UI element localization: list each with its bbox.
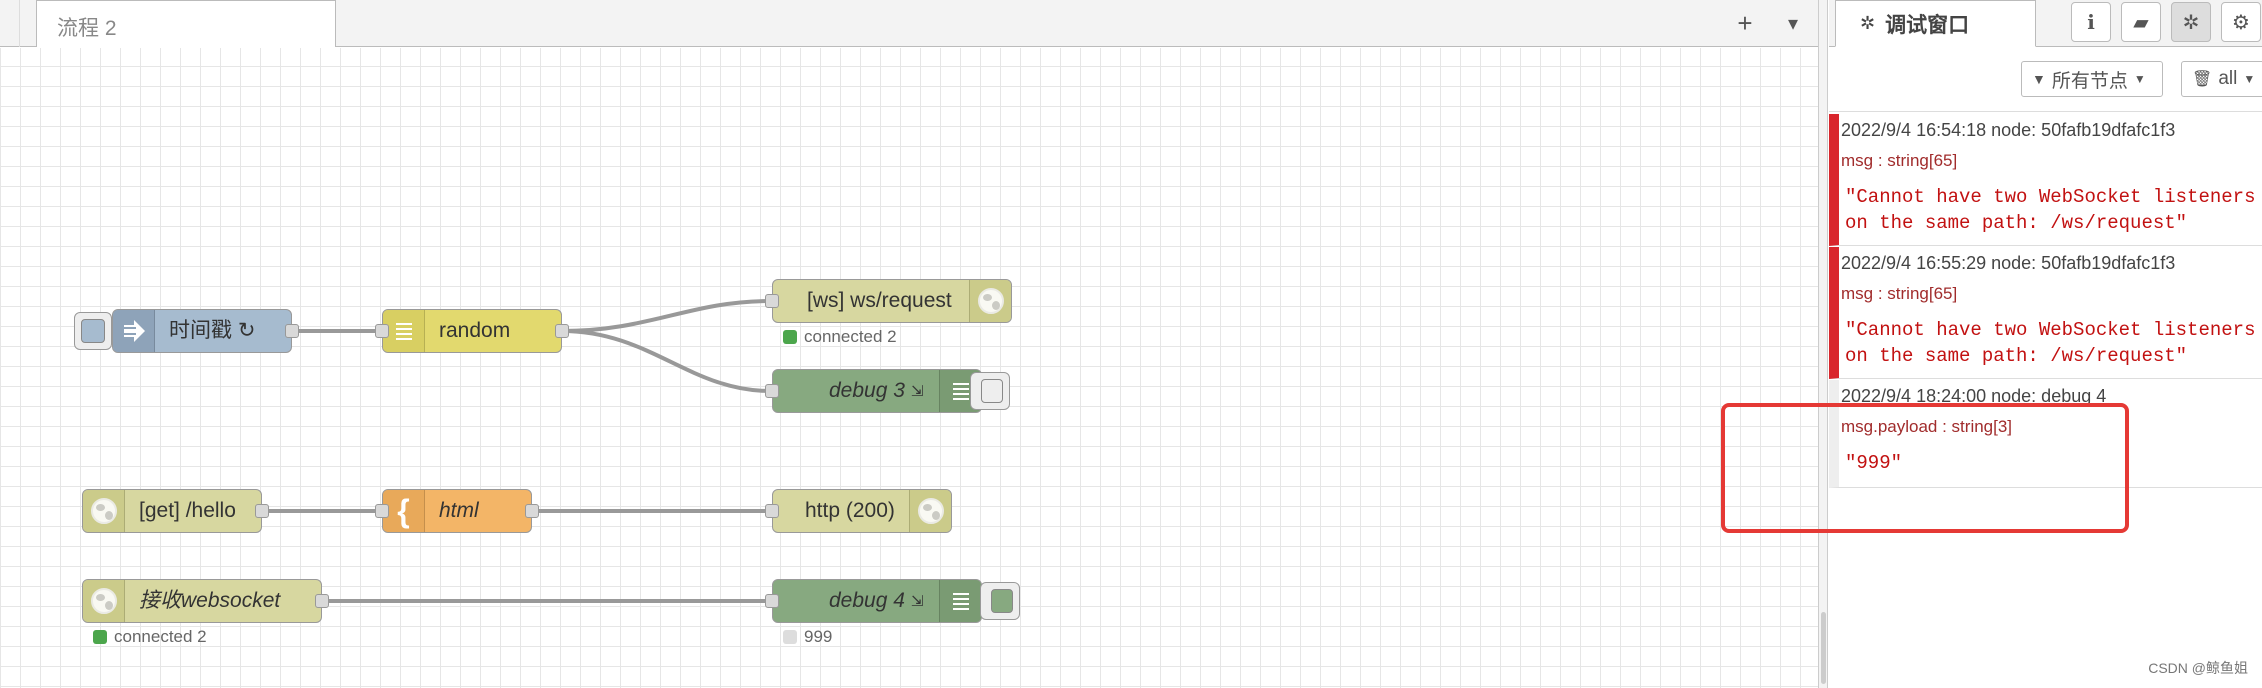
workspace: 流程 2 + ▾ 时间戳 ↻ random [ws] ws/request co… [0,0,1818,688]
ws-receive-label: 接收websocket [139,589,281,612]
node-filter-select[interactable]: ▼ 所有节点 ▼ [2021,61,2163,97]
wire-random-debug3 [561,329,771,393]
info-icon: i [2087,10,2095,34]
ws-receive-status: connected 2 [93,627,207,647]
config-tab-button[interactable]: ⚙ [2221,2,2261,42]
chevron-down-icon: ▼ [2133,72,2146,86]
wire-random-ws [561,299,771,333]
brace-icon: { [383,490,425,532]
http-response-input-port[interactable] [765,504,779,518]
list-icon [383,310,425,352]
random-node[interactable]: random [382,309,562,353]
debug-message[interactable]: 2022/9/4 16:55:29 node: 50fafb19dfafc1f3… [1829,247,2262,379]
list-icon [939,580,981,622]
template-node[interactable]: { html [382,489,532,533]
sidebar-splitter[interactable] [1818,0,1828,688]
debug-message[interactable]: 2022/9/4 16:54:18 node: 50fafb19dfafc1f3… [1829,114,2262,246]
ws-request-label: [ws] ws/request [807,289,952,312]
ws-request-status-text: connected 2 [804,327,897,346]
clear-select[interactable]: 🗑 all ▼ [2181,61,2262,97]
debug-arrow-icon: ⇲ [911,593,924,610]
ws-receive-node[interactable]: 接收websocket [82,579,322,623]
debug4-label: debug 4 [829,589,905,612]
status-dot-icon [783,330,797,344]
status-dot-icon [93,630,107,644]
debug4-input-port[interactable] [765,594,779,608]
filter-label: 所有节点 [2051,70,2128,92]
debug3-input-port[interactable] [765,384,779,398]
globe-icon [909,490,951,532]
bug-icon: ✲ [1860,13,1876,33]
status-dot-icon [783,630,797,644]
inject-arrow-icon [113,310,155,352]
globe-icon [969,280,1011,322]
template-label: html [439,499,479,522]
debug-sidebar: ✲ 调试窗口 i ▰ ✲ ⚙ ▼ 所有节点 ▼ 🗑 all ▼ 2022/9/4… [1829,0,2262,688]
chevron-down-icon: ▼ [2243,72,2256,86]
globe-icon [83,490,125,532]
random-output-port[interactable] [555,324,569,338]
info-tab-button[interactable]: i [2071,2,2111,42]
debug-tab-button[interactable]: ✲ [2171,2,2211,42]
template-output-port[interactable] [525,504,539,518]
sidebar-header: ✲ 调试窗口 i ▰ ✲ ⚙ [1829,0,2262,47]
template-input-port[interactable] [375,504,389,518]
debug4-status: 999 [783,627,832,647]
http-in-label: [get] /hello [139,499,236,522]
globe-icon [83,580,125,622]
ws-request-node[interactable]: [ws] ws/request [772,279,1012,323]
sidebar-title: 调试窗口 [1885,13,1970,37]
inject-node[interactable]: 时间戳 ↻ [112,309,292,353]
http-response-node[interactable]: http (200) [772,489,952,533]
help-tab-button[interactable]: ▰ [2121,2,2161,42]
message-value[interactable]: "Cannot have two WebSocket listeners on … [1845,184,2255,236]
inject-output-port[interactable] [285,324,299,338]
debug4-toggle-button[interactable] [980,582,1020,620]
annotation-highlight-box [1721,403,2129,533]
debug-arrow-icon: ⇲ [911,383,924,400]
bug-icon: ✲ [2182,11,2200,34]
tab-debug[interactable]: ✲ 调试窗口 [1835,0,2036,47]
debug4-node[interactable]: debug 4 ⇲ [772,579,982,623]
filter-icon: ▼ [2032,71,2046,87]
clear-label: all [2218,68,2238,89]
ws-request-status: connected 2 [783,327,897,347]
http-response-label: http (200) [805,499,895,522]
inject-label: 时间戳 ↻ [169,319,256,342]
http-in-output-port[interactable] [255,504,269,518]
ws-receive-output-port[interactable] [315,594,329,608]
message-meta: 2022/9/4 16:54:18 node: 50fafb19dfafc1f3 [1841,120,2176,140]
debug-toolbar: ▼ 所有节点 ▼ 🗑 all ▼ [1829,48,2262,112]
debug4-status-text: 999 [804,627,833,646]
debug3-node[interactable]: debug 3 ⇲ [772,369,982,413]
random-label: random [439,319,511,342]
message-type: msg : string[65] [1841,151,1958,170]
message-meta: 2022/9/4 16:55:29 node: 50fafb19dfafc1f3 [1841,253,2176,273]
ws-receive-status-text: connected 2 [114,627,207,646]
message-value[interactable]: "Cannot have two WebSocket listeners on … [1845,317,2255,369]
gear-icon: ⚙ [2232,11,2250,34]
debug3-toggle-button[interactable] [970,372,1010,410]
watermark: CSDN @鲸鱼姐 [2148,660,2248,676]
scrollbar-thumb[interactable] [1821,612,1826,684]
message-type: msg : string[65] [1841,284,1958,303]
random-input-port[interactable] [375,324,389,338]
inject-trigger-button[interactable] [74,312,112,350]
book-icon: ▰ [2133,11,2149,34]
ws-request-input-port[interactable] [765,294,779,308]
http-in-node[interactable]: [get] /hello [82,489,262,533]
debug3-label: debug 3 [829,379,905,402]
trash-icon: 🗑 [2192,71,2213,88]
